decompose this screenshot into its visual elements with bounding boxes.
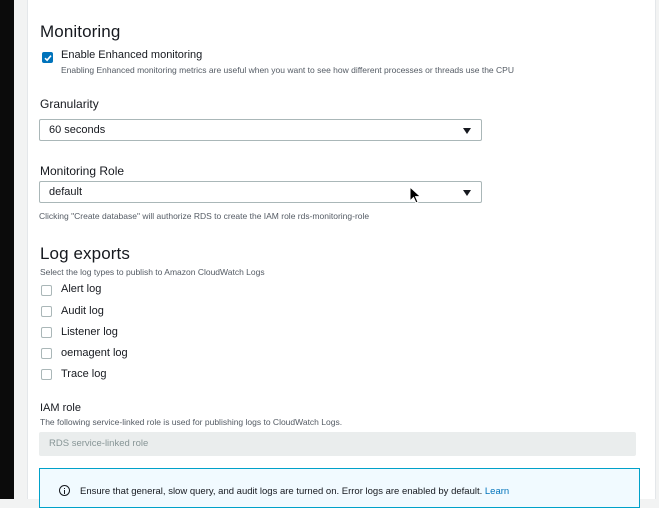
iam-role-label: IAM role (40, 402, 81, 414)
iam-role-value: RDS service-linked role (49, 438, 149, 449)
settings-panel: Monitoring Enable Enhanced monitoring En… (27, 0, 656, 508)
info-alert-message: Ensure that general, slow query, and aud… (80, 486, 483, 497)
alert-log-label[interactable]: Alert log (61, 283, 101, 295)
trace-log-label[interactable]: Trace log (61, 368, 106, 380)
alert-log-checkbox[interactable] (41, 285, 52, 296)
audit-log-label[interactable]: Audit log (61, 305, 104, 317)
log-exports-title: Log exports (40, 244, 130, 263)
chevron-down-icon (463, 190, 471, 196)
chevron-down-icon (463, 128, 471, 134)
monitoring-role-value: default (49, 186, 83, 198)
monitoring-role-label: Monitoring Role (40, 164, 125, 178)
info-icon (59, 485, 70, 496)
learn-more-link[interactable]: Learn (485, 486, 509, 497)
audit-log-checkbox[interactable] (41, 306, 52, 317)
oemagent-log-checkbox[interactable] (41, 348, 52, 359)
granularity-label: Granularity (40, 97, 99, 111)
granularity-select[interactable]: 60 seconds (39, 119, 482, 141)
oemagent-log-label[interactable]: oemagent log (61, 347, 128, 359)
monitoring-role-desc: Clicking "Create database" will authoriz… (39, 211, 370, 221)
iam-role-field: RDS service-linked role (39, 432, 636, 456)
checkmark-icon (44, 55, 52, 62)
granularity-value: 60 seconds (49, 124, 106, 136)
listener-log-label[interactable]: Listener log (61, 326, 118, 338)
info-alert: Ensure that general, slow query, and aud… (39, 468, 640, 508)
enhanced-monitoring-label[interactable]: Enable Enhanced monitoring (61, 49, 202, 61)
enhanced-monitoring-desc: Enabling Enhanced monitoring metrics are… (61, 65, 514, 75)
info-alert-text: Ensure that general, slow query, and aud… (80, 486, 509, 497)
trace-log-checkbox[interactable] (41, 369, 52, 380)
log-exports-desc: Select the log types to publish to Amazo… (40, 267, 265, 277)
listener-log-checkbox[interactable] (41, 327, 52, 338)
iam-role-desc: The following service-linked role is use… (40, 417, 343, 427)
monitoring-title: Monitoring (40, 22, 121, 41)
enhanced-monitoring-checkbox[interactable] (42, 52, 53, 63)
mouse-cursor-icon (409, 186, 422, 204)
left-edge-bar (0, 0, 14, 499)
screen: Monitoring Enable Enhanced monitoring En… (0, 0, 659, 508)
